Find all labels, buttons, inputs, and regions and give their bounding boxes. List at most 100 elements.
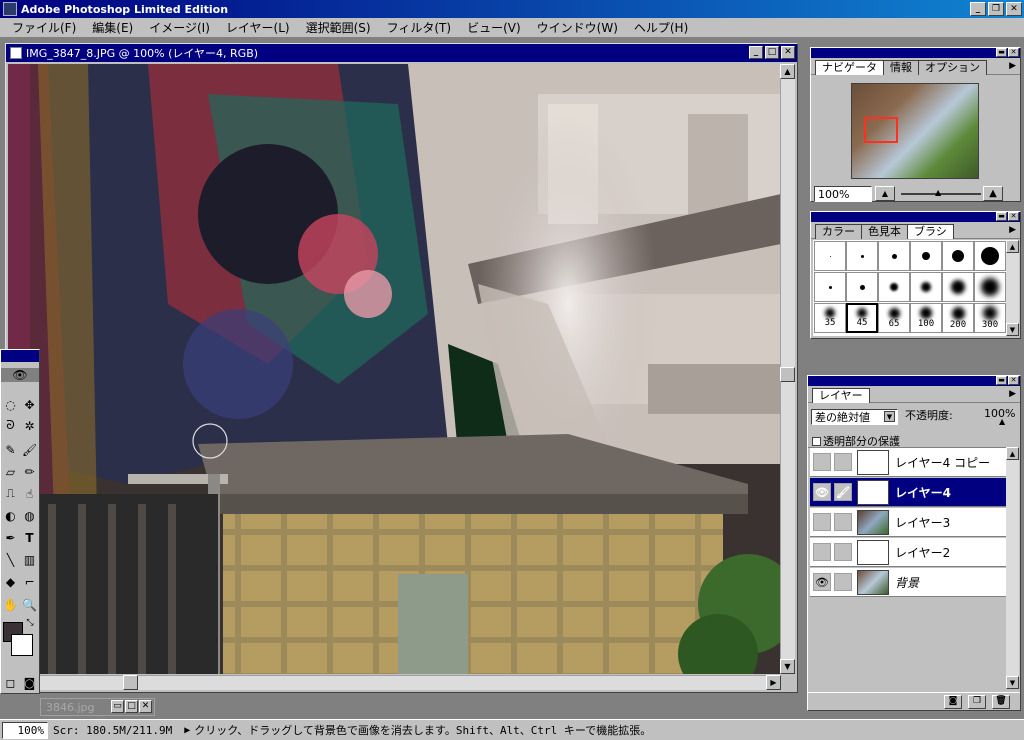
navigator-view-rectangle[interactable]: [864, 117, 898, 143]
brush-1[interactable]: [814, 241, 846, 271]
doc-minimize-icon[interactable]: _: [749, 46, 763, 59]
status-arrow-icon[interactable]: ▶: [184, 725, 190, 736]
pen-tool-icon[interactable]: ✒: [1, 528, 20, 547]
standard-mode-icon[interactable]: ◻: [1, 673, 20, 692]
brushes-menu-arrow-icon[interactable]: ▶: [1009, 225, 1016, 235]
menu-select[interactable]: 選択範囲(S): [298, 19, 379, 36]
magic-wand-tool-icon[interactable]: ✲: [20, 416, 39, 435]
doc-maximize-icon[interactable]: □: [765, 46, 779, 59]
horizontal-scroll-thumb[interactable]: [123, 675, 138, 690]
sponge-tool-icon[interactable]: ◍: [20, 506, 39, 525]
document-titlebar[interactable]: IMG_3847_8.JPG @ 100% (レイヤー4, RGB) _ □ ✕: [6, 44, 797, 62]
layers-scroll-up-icon[interactable]: ▲: [1006, 447, 1019, 460]
eraser-tool-icon[interactable]: ▱: [1, 462, 20, 481]
minimize-icon[interactable]: _: [970, 2, 986, 16]
link-toggle[interactable]: [834, 543, 852, 561]
paintbrush-tool-icon[interactable]: 🖌: [20, 440, 39, 459]
close-icon[interactable]: ✕: [1006, 2, 1022, 16]
paint-bucket-tool-icon[interactable]: ◆: [1, 572, 20, 591]
restore-icon[interactable]: ❐: [988, 2, 1004, 16]
brush-19[interactable]: [974, 241, 1006, 271]
navigator-zoom-field[interactable]: 100%: [814, 186, 872, 202]
stamp-tool-icon[interactable]: ⎍: [1, 484, 20, 503]
pencil-tool-icon[interactable]: ✏: [20, 462, 39, 481]
nav-close-icon[interactable]: ✕: [1008, 48, 1019, 57]
image-canvas[interactable]: [8, 64, 781, 674]
zoom-in-icon[interactable]: ▲: [983, 186, 1003, 201]
min-doc-restore-icon[interactable]: ▭: [111, 700, 124, 713]
tab-layers[interactable]: レイヤー: [812, 388, 870, 403]
palette-menu-arrow-icon[interactable]: ▶: [1009, 61, 1016, 71]
brush-icon[interactable]: 🖌: [834, 483, 852, 501]
vertical-scroll-thumb[interactable]: [780, 367, 795, 382]
menu-layer[interactable]: レイヤー(L): [218, 19, 298, 36]
brush-9[interactable]: [910, 241, 942, 271]
menu-view[interactable]: ビュー(V): [459, 19, 529, 36]
smudge-tool-icon[interactable]: ☝: [20, 484, 39, 503]
menu-image[interactable]: イメージ(I): [141, 19, 218, 36]
layers-minimize-icon[interactable]: ▬: [996, 376, 1007, 385]
link-toggle[interactable]: [834, 453, 852, 471]
brush-5[interactable]: [878, 241, 910, 271]
visibility-toggle[interactable]: [813, 543, 831, 561]
min-doc-close-icon[interactable]: ✕: [139, 700, 152, 713]
brushes-minimize-icon[interactable]: ▬: [996, 212, 1007, 221]
min-doc-maximize-icon[interactable]: □: [125, 700, 138, 713]
doc-close-icon[interactable]: ✕: [781, 46, 795, 59]
opacity-slider-icon[interactable]: ▲: [999, 417, 1005, 426]
brush-300[interactable]: 300: [974, 303, 1006, 333]
brush-200[interactable]: 200: [942, 303, 974, 333]
minimized-document[interactable]: 3846.jpg ▭ □ ✕: [40, 698, 155, 716]
nav-minimize-icon[interactable]: ▬: [996, 48, 1007, 57]
gradient-tool-icon[interactable]: ▥: [20, 550, 39, 569]
zoom-slider-thumb[interactable]: ▲: [935, 188, 941, 197]
link-toggle[interactable]: [834, 513, 852, 531]
tab-swatches[interactable]: 色見本: [861, 224, 908, 239]
visibility-toggle[interactable]: [813, 453, 831, 471]
move-tool-icon[interactable]: ✥: [20, 395, 39, 414]
brushes-scroll-up-icon[interactable]: ▲: [1006, 240, 1019, 253]
brush-soft-5[interactable]: [878, 272, 910, 302]
tab-options[interactable]: オプション: [918, 60, 987, 75]
brushes-scrollbar[interactable]: ▲ ▼: [1006, 240, 1019, 336]
menu-window[interactable]: ウインドウ(W): [529, 19, 626, 36]
status-zoom-field[interactable]: 100%: [2, 721, 48, 739]
eye-icon[interactable]: 👁: [813, 483, 831, 501]
layers-scrollbar[interactable]: ▲ ▼: [1006, 447, 1019, 689]
zoom-out-icon[interactable]: ▲: [875, 186, 895, 201]
line-tool-icon[interactable]: ╲: [1, 550, 20, 569]
brush-soft-9[interactable]: [910, 272, 942, 302]
scroll-up-icon[interactable]: ▲: [780, 64, 795, 79]
chevron-down-icon[interactable]: ▼: [884, 411, 895, 422]
visibility-toggle[interactable]: [813, 513, 831, 531]
tab-info[interactable]: 情報: [883, 60, 919, 75]
vertical-scrollbar[interactable]: ▲ ▼: [780, 64, 795, 674]
horizontal-scrollbar[interactable]: ▶: [8, 675, 781, 690]
zoom-tool-icon[interactable]: 🔍: [20, 595, 39, 614]
link-toggle[interactable]: [834, 573, 852, 591]
airbrush-tool-icon[interactable]: ✎: [1, 440, 20, 459]
brush-13[interactable]: [942, 241, 974, 271]
eyedropper-tool-icon[interactable]: ⌐: [20, 572, 39, 591]
preserve-transparency-checkbox[interactable]: [812, 436, 821, 446]
type-tool-icon[interactable]: T: [20, 528, 39, 547]
tab-brushes[interactable]: ブラシ: [907, 224, 954, 239]
menu-edit[interactable]: 編集(E): [84, 19, 141, 36]
layers-menu-arrow-icon[interactable]: ▶: [1009, 389, 1016, 399]
brush-65[interactable]: 65: [878, 303, 910, 333]
layers-scroll-down-icon[interactable]: ▼: [1006, 676, 1019, 689]
menu-help[interactable]: ヘルプ(H): [626, 19, 696, 36]
scroll-right-icon[interactable]: ▶: [766, 675, 781, 690]
layer-row-layer4[interactable]: 👁 🖌 レイヤー4: [810, 478, 1006, 507]
menu-filter[interactable]: フィルタ(T): [379, 19, 459, 36]
dodge-tool-icon[interactable]: ◐: [1, 506, 20, 525]
brush-soft-3[interactable]: [846, 272, 878, 302]
brush-soft-19[interactable]: [974, 272, 1006, 302]
layer-row-layer2[interactable]: レイヤー2: [810, 538, 1006, 567]
marquee-tool-icon[interactable]: ◌: [1, 395, 20, 414]
navigator-titlebar[interactable]: ▬ ✕: [811, 48, 1020, 58]
menu-file[interactable]: ファイル(F): [4, 19, 84, 36]
layers-titlebar[interactable]: ▬ ✕: [808, 376, 1020, 386]
brushes-scroll-down-icon[interactable]: ▼: [1006, 323, 1019, 336]
brushes-titlebar[interactable]: ▬ ✕: [811, 212, 1020, 222]
